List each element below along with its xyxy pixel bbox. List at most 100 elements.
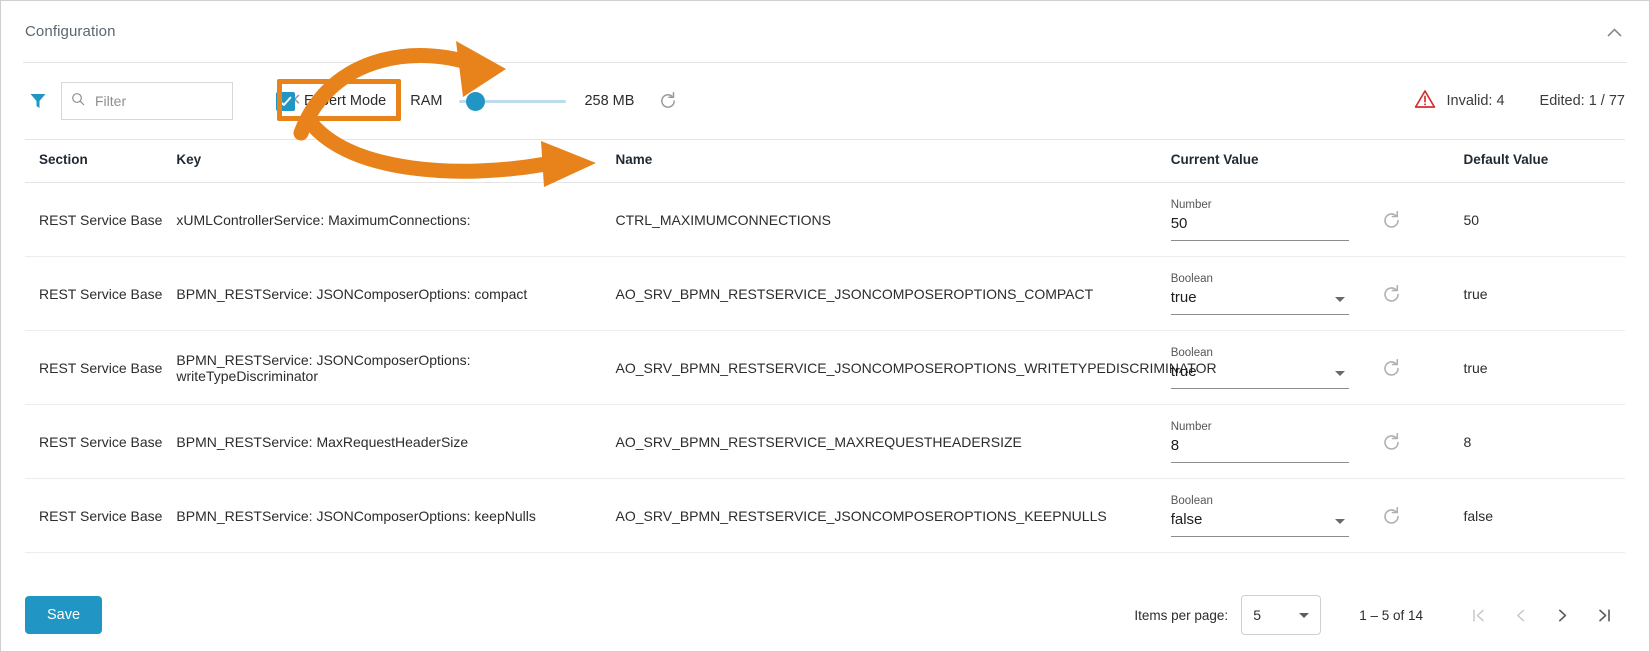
reset-value-icon[interactable] — [1381, 210, 1402, 231]
panel-footer: Save Items per page: 5 1 – 5 of 14 — [1, 579, 1649, 651]
cell-name: AO_SRV_BPMN_RESTSERVICE_JSONCOMPOSEROPTI… — [615, 330, 1217, 405]
cell-key: BPMN_RESTService: JSONComposerOptions: k… — [176, 478, 616, 553]
panel-header: Configuration — [1, 1, 1649, 62]
cell-current-value: Boolean false — [1170, 478, 1464, 553]
table-row: REST Service Base BPMN_RESTService: MaxRe… — [25, 404, 1625, 479]
value-field[interactable]: Boolean false — [1170, 494, 1349, 537]
ram-refresh-icon[interactable] — [658, 91, 678, 111]
cell-default-value: 8 — [1463, 404, 1625, 479]
value-field[interactable]: Boolean true — [1170, 272, 1349, 315]
default-value-text: 8 — [1463, 433, 1472, 450]
toolbar: ✕ Expert Mode RAM 258 MB — [1, 63, 1649, 139]
column-header-section[interactable]: Section — [25, 139, 177, 183]
reset-value-icon[interactable] — [1381, 432, 1402, 453]
search-icon — [71, 92, 85, 111]
value-editor: Number 8 — [1170, 420, 1464, 463]
value-type-label: Number — [1170, 199, 1212, 211]
table-body: REST Service Base xUMLControllerService: … — [25, 182, 1625, 553]
items-per-page-select[interactable]: 5 — [1241, 595, 1322, 635]
cell-current-value: Number 50 — [1170, 182, 1464, 257]
ram-slider-thumb[interactable] — [466, 91, 485, 111]
value-type-label: Number — [1170, 421, 1212, 433]
cell-name: AO_SRV_BPMN_RESTSERVICE_MAXREQUESTHEADER… — [615, 404, 1171, 479]
cell-section: REST Service Base — [25, 256, 177, 331]
name-text: AO_SRV_BPMN_RESTSERVICE_MAXREQUESTHEADER… — [615, 433, 1022, 450]
save-button[interactable]: Save — [25, 596, 103, 634]
cell-section: REST Service Base — [25, 404, 177, 479]
chevron-down-icon — [1299, 612, 1310, 618]
column-header-default-value[interactable]: Default Value — [1463, 139, 1625, 183]
reset-value-icon[interactable] — [1381, 506, 1402, 527]
toolbar-status: Invalid: 4 Edited: 1 / 77 — [1414, 89, 1625, 113]
key-text: BPMN_RESTService: MaxRequestHeaderSize — [176, 433, 469, 450]
cell-key: xUMLControllerService: MaximumConnection… — [176, 182, 616, 257]
invalid-count-label: Invalid: 4 — [1446, 93, 1505, 109]
funnel-icon[interactable] — [25, 92, 51, 110]
page-title: Configuration — [25, 23, 116, 40]
name-text: CTRL_MAXIMUMCONNECTIONS — [615, 211, 831, 228]
last-page-icon[interactable] — [1583, 596, 1625, 634]
value-field[interactable]: Boolean true — [1170, 346, 1349, 389]
cell-key: BPMN_RESTService: JSONComposerOptions: w… — [176, 330, 616, 405]
cell-default-value: true — [1463, 330, 1625, 405]
table-head: Section Key Name Current Value Default V… — [25, 139, 1625, 183]
reset-value-icon[interactable] — [1381, 358, 1402, 379]
chevron-left-icon[interactable] — [1499, 596, 1541, 634]
key-text: BPMN_RESTService: JSONComposerOptions: c… — [176, 285, 528, 302]
value-editor: Boolean true — [1170, 272, 1464, 315]
cell-default-value: false — [1463, 478, 1625, 553]
value-input[interactable]: true — [1171, 361, 1349, 382]
key-text: BPMN_RESTService: JSONComposerOptions: k… — [176, 507, 536, 524]
value-type-label: Boolean — [1170, 495, 1213, 507]
ram-slider[interactable] — [459, 89, 567, 113]
chevron-down-icon[interactable] — [1334, 371, 1345, 376]
expert-mode-control[interactable]: Expert Mode — [270, 87, 394, 116]
value-editor: Boolean true — [1170, 346, 1464, 389]
value-input[interactable]: 8 — [1171, 435, 1349, 456]
column-header-key[interactable]: Key — [176, 139, 616, 183]
name-text: AO_SRV_BPMN_RESTSERVICE_JSONCOMPOSEROPTI… — [615, 507, 1107, 524]
column-header-current-value[interactable]: Current Value — [1170, 139, 1464, 183]
config-table-wrap: Section Key Name Current Value Default V… — [1, 139, 1649, 553]
edited-count-label: Edited: 1 / 77 — [1539, 93, 1625, 109]
default-value-text: true — [1463, 359, 1488, 376]
value-field[interactable]: Number 8 — [1170, 420, 1349, 463]
chevron-down-icon[interactable] — [1334, 519, 1345, 524]
value-input[interactable]: true — [1171, 287, 1349, 308]
chevron-up-icon[interactable] — [1601, 19, 1627, 45]
section-text: REST Service Base — [39, 285, 163, 302]
cell-default-value: 50 — [1463, 182, 1625, 257]
items-per-page-value: 5 — [1253, 607, 1261, 623]
default-value-text: false — [1463, 507, 1494, 524]
table-row: REST Service Base BPMN_RESTService: JSONC… — [25, 478, 1625, 553]
cell-section: REST Service Base — [25, 478, 177, 553]
cell-key: BPMN_RESTService: JSONComposerOptions: c… — [176, 256, 616, 331]
search-filter-box[interactable]: ✕ — [61, 82, 301, 120]
chevron-right-icon[interactable] — [1541, 596, 1583, 634]
reset-value-icon[interactable] — [1381, 284, 1402, 305]
chevron-down-icon[interactable] — [1334, 297, 1345, 302]
expert-mode-label: Expert Mode — [304, 93, 387, 109]
key-text: BPMN_RESTService: JSONComposerOptions: w… — [176, 351, 471, 384]
ram-value: 258 MB — [584, 93, 635, 109]
column-header-name[interactable]: Name — [615, 139, 1171, 183]
cell-section: REST Service Base — [25, 182, 177, 257]
table-header-row: Section Key Name Current Value Default V… — [25, 139, 1625, 183]
config-table: Section Key Name Current Value Default V… — [25, 139, 1625, 553]
items-per-page-label: Items per page: — [1134, 607, 1229, 623]
pagination-range-label: 1 – 5 of 14 — [1359, 607, 1423, 623]
cell-name: AO_SRV_BPMN_RESTSERVICE_JSONCOMPOSEROPTI… — [615, 478, 1171, 553]
value-input[interactable]: 50 — [1171, 213, 1349, 234]
value-field[interactable]: Number 50 — [1170, 198, 1349, 241]
table-row: REST Service Base BPMN_RESTService: JSONC… — [25, 256, 1625, 331]
ram-label: RAM — [410, 93, 443, 109]
first-page-icon[interactable] — [1457, 596, 1499, 634]
search-input[interactable] — [93, 92, 278, 110]
table-row: REST Service Base BPMN_RESTService: JSONC… — [25, 330, 1625, 405]
value-input[interactable]: false — [1171, 509, 1349, 530]
default-value-text: 50 — [1463, 211, 1480, 228]
expert-mode-checkbox[interactable] — [276, 91, 295, 111]
default-value-text: true — [1463, 285, 1488, 302]
cell-current-value: Boolean true — [1170, 256, 1464, 331]
section-text: REST Service Base — [39, 211, 163, 228]
